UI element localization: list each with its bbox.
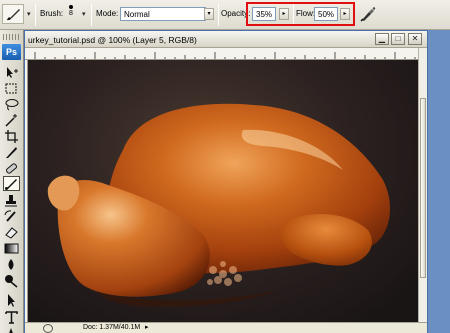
zoom-level-icon[interactable] [43,324,53,333]
turkey-painting [47,103,391,307]
brush-preset-picker[interactable]: 8 [64,3,78,25]
document-window: urkey_tutorial.psd @ 100% (Layer 5, RGB/… [24,30,428,333]
dodge-tool[interactable] [3,273,20,288]
brush-icon [7,9,20,21]
magic-wand-tool-icon [5,114,17,127]
options-separator [91,4,92,26]
pen-tool-icon [9,328,13,333]
airbrush-icon [360,7,376,22]
vertical-scrollbar[interactable] [418,48,427,322]
canvas[interactable] [28,60,419,322]
status-bar: Doc: 1.37M/40.1M ▸ [25,322,427,333]
brush-tool-icon [5,179,17,190]
magic-wand-tool[interactable] [3,113,20,128]
clone-stamp-tool-icon [5,195,17,207]
gradient-tool-icon [4,243,19,254]
close-button[interactable]: ✕ [408,33,422,45]
slice-tool-icon [6,147,17,158]
minimize-button[interactable]: ▁ [375,33,389,45]
airbrush-toggle[interactable] [359,6,377,23]
crop-tool[interactable] [3,129,20,144]
history-brush-tool-icon [4,210,16,222]
pen-tool[interactable] [3,326,20,333]
brush-tool[interactable] [3,176,20,191]
brush-tip-preview [69,5,73,9]
tool-preset-dropdown[interactable]: ▾ [27,10,31,18]
brush-size: 8 [69,10,73,17]
maximize-icon: □ [395,34,401,43]
scrollbar-thumb[interactable] [420,98,426,278]
toolbox: Ps [0,30,24,333]
marquee-tool[interactable] [3,81,20,96]
blur-tool[interactable] [3,257,20,272]
eraser-tool[interactable] [3,225,20,240]
mode-value: Normal [124,10,150,19]
minimize-icon: ▁ [378,34,386,43]
horizontal-ruler [25,48,419,60]
path-selection-tool[interactable] [3,293,20,308]
tool-preset-picker[interactable] [2,4,24,24]
marquee-tool-icon [5,83,17,94]
healing-brush-tool-icon [5,163,18,174]
path-selection-tool-icon [8,294,15,307]
status-menu-arrow[interactable]: ▸ [145,323,149,331]
crop-tool-icon [5,130,18,143]
gradient-tool[interactable] [3,241,20,256]
brush-label: Brush: [40,9,64,18]
lasso-tool-icon [5,99,19,111]
close-icon: ✕ [411,34,419,43]
brush-preset-dropdown[interactable]: ▾ [82,10,86,18]
options-separator [35,4,36,26]
move-tool-icon [7,67,18,78]
photoshop-window: ▾ Brush: 8 ▾ Mode: Normal ▾ Opacity: 35%… [0,0,450,333]
blur-tool-icon [8,259,14,270]
lasso-tool[interactable] [3,97,20,112]
photoshop-logo[interactable]: Ps [2,44,21,60]
document-titlebar[interactable]: urkey_tutorial.psd @ 100% (Layer 5, RGB/… [25,31,427,48]
options-separator [218,4,219,26]
eraser-tool-icon [5,227,18,239]
maximize-button[interactable]: □ [391,33,405,45]
mode-label: Mode: [96,9,119,18]
move-tool[interactable] [3,65,20,80]
type-tool-icon [5,311,18,324]
slice-tool[interactable] [3,145,20,160]
toolbox-grip[interactable] [3,34,20,40]
mode-dropdown-button[interactable]: ▾ [204,8,214,20]
options-bar: ▾ Brush: 8 ▾ Mode: Normal ▾ Opacity: 35%… [0,0,450,30]
type-tool[interactable] [3,310,20,325]
history-brush-tool[interactable] [3,209,20,224]
document-size-info[interactable]: Doc: 1.37M/40.1M [83,324,140,331]
ruler-ticks [34,52,416,59]
clone-stamp-tool[interactable] [3,193,20,208]
opacity-flow-highlight [246,2,355,26]
chevron-down-icon: ▾ [207,11,211,17]
mode-select[interactable]: Normal [120,7,206,21]
healing-brush-tool[interactable] [3,161,20,176]
document-title: urkey_tutorial.psd @ 100% (Layer 5, RGB/… [28,35,197,45]
dodge-tool-icon [5,275,18,288]
